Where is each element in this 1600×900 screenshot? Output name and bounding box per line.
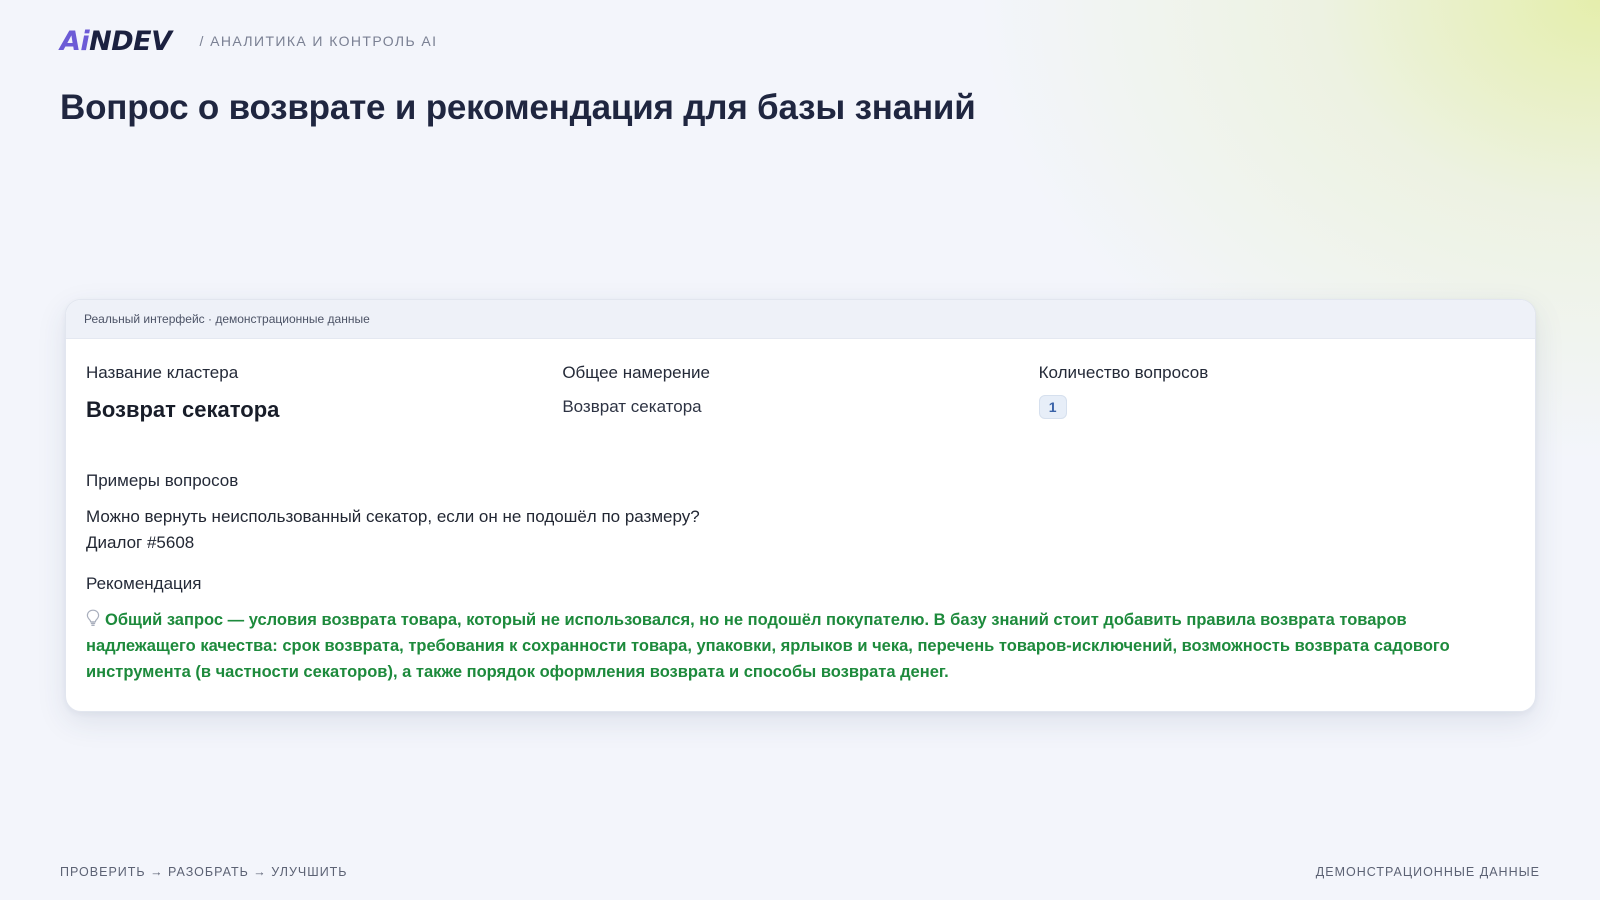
dialog-reference[interactable]: Диалог #5608	[86, 530, 1515, 556]
examples-section: Примеры вопросов Можно вернуть неиспольз…	[86, 471, 1515, 556]
logo-ai-part: Ai	[60, 25, 90, 57]
intent-value: Возврат секатора	[562, 397, 702, 417]
aindev-logo[interactable]: Ai NDEV	[60, 28, 172, 55]
recommendation-label: Рекомендация	[86, 574, 202, 594]
logo-ndev-part: NDEV	[89, 25, 172, 57]
lightbulb-icon	[86, 609, 100, 627]
card-body: Название кластера Возврат секатора Общее…	[66, 339, 1535, 685]
page-title: Вопрос о возврате и рекомендация для баз…	[60, 88, 976, 127]
recommendation-section: Рекомендация Общий запрос — условия возв…	[86, 574, 1515, 684]
cluster-name-label: Название кластера	[86, 363, 239, 382]
intent-label: Общее намерение	[562, 363, 710, 382]
recommendation-text-block: Общий запрос — условия возврата товара, …	[86, 607, 1515, 685]
card-topbar-text: Реальный интерфейс · демонстрационные да…	[84, 312, 370, 326]
fields-row: Название кластера Возврат секатора Общее…	[86, 359, 1515, 455]
recommendation-text: Общий запрос — условия возврата товара, …	[86, 610, 1450, 681]
intent-field: Общее намерение Возврат секатора	[562, 359, 1038, 455]
question-count-badge: 1	[1038, 395, 1067, 420]
header-subtitle: / АНАЛИТИКА И КОНТРОЛЬ AI	[199, 33, 438, 49]
cluster-field: Название кластера Возврат секатора	[86, 359, 562, 455]
question-count-label: Количество вопросов	[1038, 363, 1209, 382]
example-question: Можно вернуть неиспользованный секатор, …	[86, 504, 1515, 556]
cluster-card: Реальный интерфейс · демонстрационные да…	[65, 299, 1536, 712]
cluster-name-value: Возврат секатора	[86, 397, 280, 423]
example-question-text: Можно вернуть неиспользованный секатор, …	[86, 507, 700, 527]
examples-label: Примеры вопросов	[86, 471, 239, 490]
card-topbar: Реальный интерфейс · демонстрационные да…	[66, 300, 1535, 339]
footer-demo-data-note: ДЕМОНСТРАЦИОННЫЕ ДАННЫЕ	[1315, 865, 1540, 879]
header: Ai NDEV / АНАЛИТИКА И КОНТРОЛЬ AI	[60, 26, 437, 56]
question-count-field: Количество вопросов 1	[1038, 359, 1515, 455]
footer-process-steps: ПРОВЕРИТЬ → РАЗОБРАТЬ → УЛУЧШИТЬ	[60, 865, 348, 879]
